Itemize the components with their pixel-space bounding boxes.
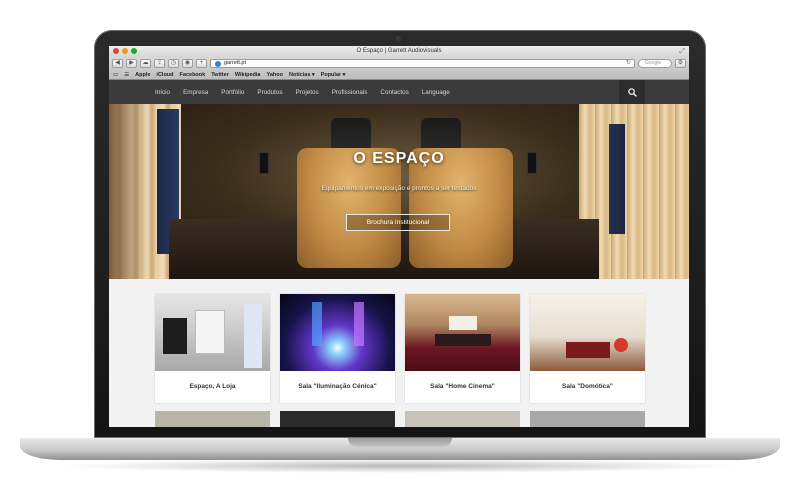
nav-item-portfolio[interactable]: Portfólio bbox=[221, 89, 244, 96]
card-label-loja: Espaço, A Loja bbox=[189, 383, 236, 390]
nav-item-inicio[interactable]: Início bbox=[155, 89, 170, 96]
card-domotica[interactable]: Sala "Domótica" bbox=[530, 294, 645, 403]
title-bar: O Espaço | Garrett Audiovisuals ⤢ bbox=[109, 46, 689, 57]
card-iluminacao-cenica[interactable]: Sala "Iluminação Cénica" bbox=[280, 294, 395, 403]
hero-subtitle: Equipamentos em exposição e prontos a se… bbox=[321, 185, 477, 192]
browser-window: O Espaço | Garrett Audiovisuals ⤢ ◀ ▶ ☁ … bbox=[109, 46, 689, 427]
nav-item-language[interactable]: Language bbox=[422, 89, 450, 96]
fullscreen-icon[interactable]: ⤢ bbox=[679, 46, 685, 57]
card-image-domotica bbox=[530, 294, 645, 371]
bookmark-facebook[interactable]: Facebook bbox=[180, 72, 206, 78]
reader-icon[interactable]: ◉ bbox=[182, 59, 193, 68]
card-label-domotica: Sala "Domótica" bbox=[562, 383, 613, 390]
reload-icon[interactable]: ↻ bbox=[626, 60, 631, 67]
card-row2-1[interactable] bbox=[155, 411, 270, 427]
acoustic-panel-right bbox=[609, 124, 625, 234]
bookmark-wikipedia[interactable]: Wikipedia bbox=[235, 72, 261, 78]
window-title: O Espaço | Garrett Audiovisuals bbox=[356, 48, 442, 54]
bookmark-noticias[interactable]: Notícias ▾ bbox=[289, 72, 315, 78]
nav-item-contactos[interactable]: Contactos bbox=[380, 89, 408, 96]
brochure-button[interactable]: Brochura Institucional bbox=[346, 214, 450, 231]
nav-item-profissionais[interactable]: Profissionais bbox=[332, 89, 368, 96]
laptop-shadow bbox=[60, 459, 740, 473]
bookmark-twitter[interactable]: Twitter bbox=[211, 72, 229, 78]
hero-banner: O ESPAÇO Equipamentos em exposição e pro… bbox=[109, 104, 689, 279]
cloud-icon[interactable]: ☁ bbox=[140, 59, 151, 68]
globe-icon bbox=[215, 60, 221, 67]
settings-icon[interactable]: ⚙ bbox=[675, 59, 686, 68]
search-icon bbox=[627, 87, 637, 97]
card-image-loja bbox=[155, 294, 270, 371]
bookmark-yahoo[interactable]: Yahoo bbox=[266, 72, 283, 78]
card-row2-4[interactable] bbox=[530, 411, 645, 427]
add-tab-icon[interactable]: + bbox=[196, 59, 207, 68]
card-label-cinema: Sala "Home Cinema" bbox=[430, 383, 495, 390]
nav-item-empresa[interactable]: Empresa bbox=[183, 89, 208, 96]
card-row2-2[interactable] bbox=[280, 411, 395, 427]
reading-list-icon[interactable]: ▭ bbox=[113, 72, 118, 78]
card-row2-3[interactable] bbox=[405, 411, 520, 427]
bookmark-icloud[interactable]: iCloud bbox=[156, 72, 173, 78]
close-window-button[interactable] bbox=[113, 48, 119, 54]
bookmark-popular[interactable]: Popular ▾ bbox=[321, 72, 346, 78]
laptop-mockup: O Espaço | Garrett Audiovisuals ⤢ ◀ ▶ ☁ … bbox=[0, 0, 800, 497]
rooms-grid: Espaço, A Loja Sala "Iluminação Cénica" … bbox=[109, 279, 689, 427]
card-image-iluminacao bbox=[280, 294, 395, 371]
browser-toolbar: ◀ ▶ ☁ ⇪ ◷ ◉ + garrett.pt ↻ Google ⚙ bbox=[109, 57, 689, 70]
top-sites-icon[interactable]: ☰ bbox=[124, 72, 129, 78]
hero-title: O ESPAÇO bbox=[353, 150, 445, 167]
card-loja[interactable]: Espaço, A Loja bbox=[155, 294, 270, 403]
history-icon[interactable]: ◷ bbox=[168, 59, 179, 68]
share-icon[interactable]: ⇪ bbox=[154, 59, 165, 68]
zoom-window-button[interactable] bbox=[131, 48, 137, 54]
nav-item-produtos[interactable]: Produtos bbox=[257, 89, 282, 96]
bookmark-apple[interactable]: Apple bbox=[135, 72, 150, 78]
card-home-cinema[interactable]: Sala "Home Cinema" bbox=[405, 294, 520, 403]
nav-item-projetos[interactable]: Projetos bbox=[296, 89, 319, 96]
camera-dot bbox=[396, 36, 401, 41]
minimize-window-button[interactable] bbox=[122, 48, 128, 54]
site-nav: Início Empresa Portfólio Produtos Projet… bbox=[109, 80, 689, 104]
back-icon[interactable]: ◀ bbox=[112, 59, 123, 68]
card-label-iluminacao: Sala "Iluminação Cénica" bbox=[298, 383, 377, 390]
window-controls bbox=[113, 48, 137, 54]
address-bar[interactable]: garrett.pt ↻ bbox=[210, 59, 635, 68]
forward-icon[interactable]: ▶ bbox=[126, 59, 137, 68]
url-text: garrett.pt bbox=[224, 60, 247, 66]
search-field[interactable]: Google bbox=[638, 59, 672, 68]
card-image-cinema bbox=[405, 294, 520, 371]
bookmarks-bar: ▭ ☰ Apple iCloud Facebook Twitter Wikipe… bbox=[109, 70, 689, 80]
site-search-button[interactable] bbox=[619, 80, 645, 104]
laptop-notch bbox=[348, 438, 452, 447]
